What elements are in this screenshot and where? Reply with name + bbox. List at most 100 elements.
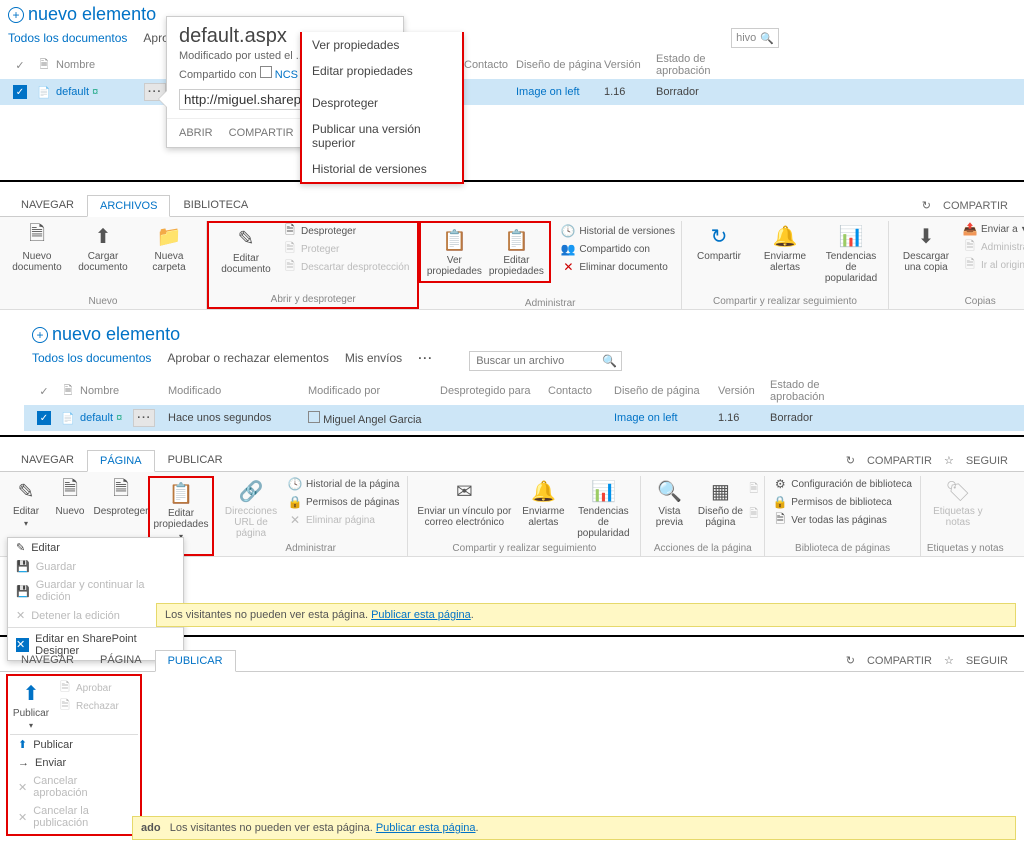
search-icon[interactable]: 🔍	[602, 354, 617, 368]
refresh-icon[interactable]	[846, 454, 855, 467]
tab-publish[interactable]: PUBLICAR	[155, 650, 236, 672]
share-link[interactable]: COMPARTIR	[867, 455, 932, 467]
btn-edit-props[interactable]: 📋Editar propiedades	[485, 225, 547, 279]
tab-files[interactable]: ARCHIVOS	[87, 195, 170, 217]
menu-checkout[interactable]: Desproteger	[302, 90, 462, 116]
tab-publish[interactable]: PUBLICAR	[155, 449, 236, 471]
menu-send[interactable]: →Enviar	[10, 754, 138, 772]
nav-more[interactable]	[418, 351, 433, 371]
menu-publish-major[interactable]: Publicar una versión superior	[302, 116, 462, 156]
refresh-icon[interactable]	[922, 199, 931, 212]
draft-icon: 🗎	[749, 480, 758, 499]
nav-all-docs[interactable]: Todos los documentos	[8, 31, 127, 45]
btn-edit-doc[interactable]: ✎Editar documento	[215, 223, 277, 277]
btn-version-history[interactable]: 🕓Historial de versiones	[559, 223, 677, 239]
btn-new-folder[interactable]: 📁Nueva carpeta	[138, 221, 200, 275]
row-checkbox[interactable]: ✓	[13, 85, 27, 99]
tab-browse[interactable]: NAVEGAR	[8, 449, 87, 471]
tab-page[interactable]: PÁGINA	[87, 450, 155, 472]
menu-edit[interactable]: ✎Editar	[8, 538, 183, 557]
btn-lib-settings[interactable]: ⚙Configuración de biblioteca	[771, 476, 914, 492]
warning-text: Los visitantes no pueden ver esta página…	[165, 609, 368, 621]
menu-publish[interactable]: ⬆Publicar	[10, 735, 138, 754]
nav-my-submissions[interactable]: Mis envíos	[345, 351, 402, 371]
btn-page-history[interactable]: 🕓Historial de la página	[286, 476, 401, 492]
btn-checkin: 🗎Proteger	[281, 241, 411, 257]
btn-upload-doc[interactable]: ⬆Cargar documento	[72, 221, 134, 275]
btn-view-all-pages[interactable]: 🗎Ver todas las páginas	[771, 512, 914, 528]
new-element-link[interactable]: nuevo elemento	[28, 4, 156, 25]
search-field[interactable]	[474, 354, 598, 368]
callout-share[interactable]: COMPARTIR	[229, 127, 294, 139]
share-link[interactable]: COMPARTIR	[867, 655, 932, 667]
btn-send-to[interactable]: 📤Enviar a ▾	[961, 221, 1024, 237]
col-approval: Estado de aprobación	[656, 53, 756, 77]
follow-link[interactable]: SEGUIR	[966, 455, 1008, 467]
btn-edit-props[interactable]: 📋Editar propiedades▾	[150, 478, 212, 544]
menu-cancel-approval: ✕Cancelar aprobación	[10, 772, 138, 802]
nav-approve-reject[interactable]: Aprobar o rechazar elementos	[167, 351, 328, 371]
tab-page[interactable]: PÁGINA	[87, 649, 155, 671]
menu-edit-properties[interactable]: Editar propiedades	[302, 58, 462, 84]
search-input[interactable]: hivo 🔍	[731, 28, 779, 48]
btn-page-perms[interactable]: 🔒Permisos de páginas	[286, 494, 401, 510]
btn-reject: 🗎Rechazar	[56, 698, 121, 714]
menu-version-history[interactable]: Historial de versiones	[302, 156, 462, 182]
btn-alerts[interactable]: 🔔Enviarme alertas	[518, 476, 568, 530]
add-icon[interactable]: +	[8, 7, 24, 23]
col-modified: Modificado	[168, 385, 308, 397]
draft2-icon: 🗎	[749, 505, 758, 524]
refresh-icon[interactable]	[846, 654, 855, 667]
btn-trends[interactable]: 📊Tendencias de popularidad	[820, 221, 882, 286]
menu-save-continue: 💾Guardar y continuar la edición	[8, 576, 183, 606]
publish-page-link[interactable]: Publicar esta página	[371, 609, 471, 621]
btn-publish-main[interactable]: ⬆Publicar▾	[10, 678, 52, 732]
col-contact: Contacto	[548, 385, 614, 397]
btn-edit[interactable]: ✎Editar▾	[6, 476, 46, 530]
new-element-link[interactable]: nuevo elemento	[52, 324, 180, 345]
menu-view-properties[interactable]: Ver propiedades	[302, 32, 462, 58]
btn-view-props[interactable]: 📋Ver propiedades	[423, 225, 485, 279]
btn-go-original: 🗎Ir al original	[961, 257, 1024, 273]
tab-browse[interactable]: NAVEGAR	[8, 194, 87, 216]
file-name[interactable]: default	[80, 412, 113, 424]
btn-page-layout[interactable]: ▦Diseño de página	[695, 476, 745, 530]
btn-lib-perms[interactable]: 🔒Permisos de biblioteca	[771, 494, 914, 510]
callout-open[interactable]: ABRIR	[179, 127, 213, 139]
row-checkbox[interactable]: ✓	[37, 411, 51, 425]
btn-trends[interactable]: 📊Tendencias de popularidad	[572, 476, 634, 541]
group-open: Abrir y desproteger	[215, 292, 411, 305]
nav-all-docs[interactable]: Todos los documentos	[32, 351, 151, 371]
search-text-fragment: hivo	[736, 32, 756, 44]
search-input[interactable]: 🔍	[469, 351, 622, 371]
tab-library[interactable]: BIBLIOTECA	[170, 194, 261, 216]
btn-preview[interactable]: 🔍Vista previa	[647, 476, 691, 530]
btn-email-link[interactable]: ✉Enviar un vínculo por correo electrónic…	[414, 476, 514, 530]
btn-new[interactable]: 🗎Nuevo	[50, 476, 90, 519]
star-icon[interactable]	[944, 654, 954, 667]
design-link[interactable]: Image on left	[516, 86, 580, 98]
file-name[interactable]: default	[56, 86, 89, 98]
btn-share[interactable]: ↻Compartir	[688, 221, 750, 264]
btn-checkout[interactable]: 🗎Desproteger	[281, 223, 411, 239]
add-icon[interactable]: +	[32, 327, 48, 343]
group-share: Compartir y realizar seguimiento	[688, 294, 882, 307]
design-link[interactable]: Image on left	[614, 412, 678, 424]
star-icon[interactable]	[944, 454, 954, 467]
btn-shared-with[interactable]: 👥Compartido con	[559, 241, 677, 257]
btn-delete-doc[interactable]: ✕Eliminar documento	[559, 259, 677, 275]
tab-browse[interactable]: NAVEGAR	[8, 649, 87, 671]
modifiedby-value: Miguel Angel Garcia	[323, 414, 421, 426]
btn-alerts[interactable]: 🔔Enviarme alertas	[754, 221, 816, 275]
btn-new-doc[interactable]: 🗎Nuevo documento	[6, 221, 68, 275]
search-icon[interactable]: 🔍	[760, 32, 774, 45]
follow-link[interactable]: SEGUIR	[966, 655, 1008, 667]
ellipsis-button[interactable]	[133, 409, 155, 427]
approval-value: Borrador	[770, 412, 870, 424]
btn-checkout[interactable]: 🗎Desproteger	[94, 476, 148, 519]
col-design: Diseño de página	[516, 59, 604, 71]
col-approval: Estado de aprobación	[770, 379, 870, 403]
btn-download-copy[interactable]: ⬇Descargar una copia	[895, 221, 957, 275]
share-link[interactable]: COMPARTIR	[943, 200, 1008, 212]
group-page-library: Biblioteca de páginas	[771, 541, 914, 554]
